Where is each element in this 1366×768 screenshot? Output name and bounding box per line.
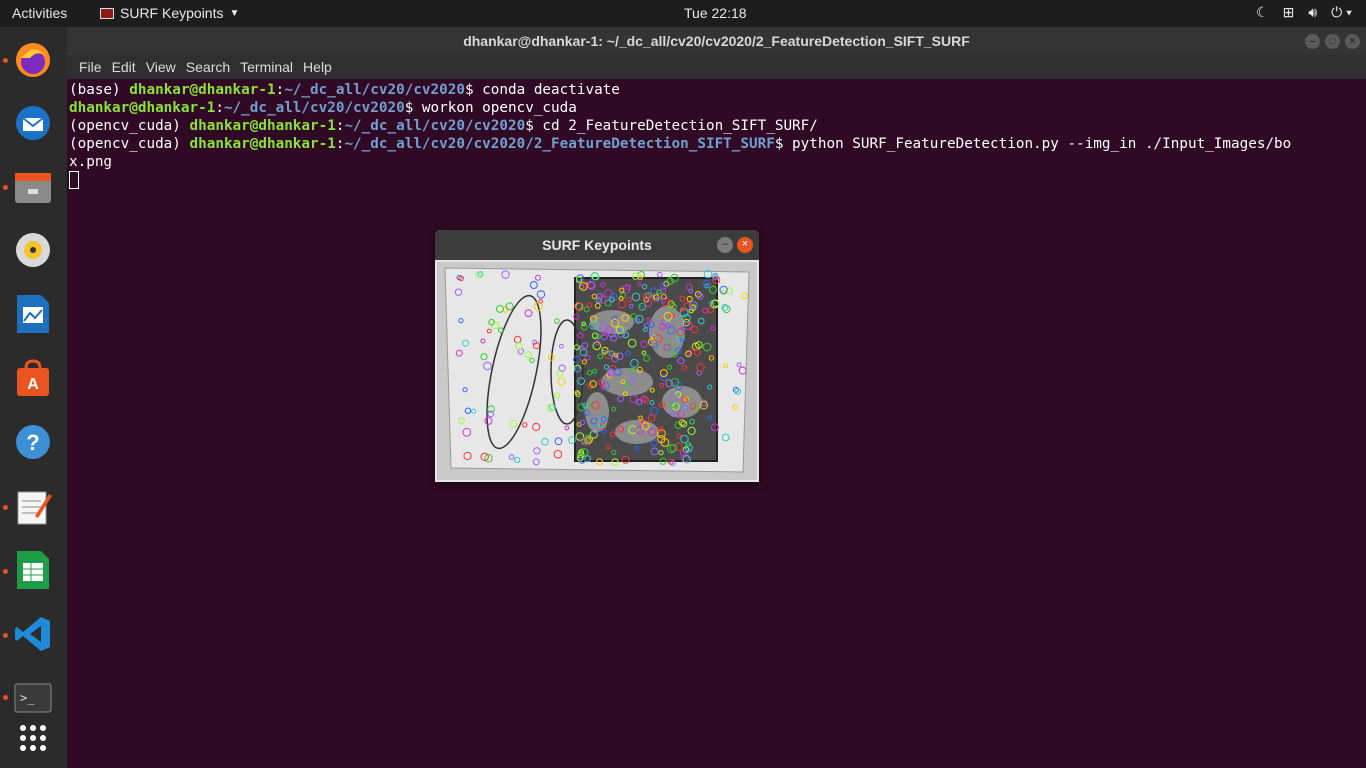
running-indicator	[3, 569, 8, 574]
prompt-path: ~/_dc_all/cv20/cv2020	[284, 82, 465, 98]
prompt-path: ~/_dc_all/cv20/cv2020/2_FeatureDetection…	[344, 136, 775, 152]
running-indicator	[3, 695, 8, 700]
prompt-path: ~/_dc_all/cv20/cv2020	[223, 100, 405, 116]
menu-view[interactable]: View	[141, 55, 181, 79]
system-tray[interactable]: ☾ ⊞ 🔊︎ ⏻ ▾	[1256, 4, 1352, 21]
minimize-icon[interactable]: –	[717, 237, 733, 253]
running-indicator	[3, 633, 8, 638]
app-menu-label: SURF Keypoints	[120, 5, 224, 21]
command-wrap: x.png	[69, 154, 113, 170]
prompt-path: ~/_dc_all/cv20/cv2020	[344, 118, 526, 134]
prompt-user: dhankar@dhankar-1	[189, 136, 336, 152]
terminal-titlebar[interactable]: dhankar@dhankar-1: ~/_dc_all/cv20/cv2020…	[67, 27, 1366, 55]
vscode-icon[interactable]	[10, 611, 56, 657]
terminal-line: x.png	[69, 153, 1366, 171]
power-icon[interactable]: ⏻ ▾	[1331, 4, 1352, 21]
terminal-line: (opencv_cuda) dhankar@dhankar-1:~/_dc_al…	[69, 135, 1366, 153]
env-prefix: (opencv_cuda)	[69, 118, 190, 134]
show-applications-icon[interactable]	[10, 715, 56, 761]
command-text: $ conda deactivate	[464, 82, 620, 98]
prompt-separator: :	[275, 82, 285, 98]
running-indicator	[3, 505, 8, 510]
dock: A ? >_	[0, 27, 67, 768]
keypoints-image-svg	[437, 262, 757, 480]
app-window-icon	[100, 7, 114, 19]
minimize-icon[interactable]: –	[1305, 34, 1320, 49]
files-icon[interactable]	[10, 164, 56, 210]
menu-help[interactable]: Help	[298, 55, 337, 79]
running-indicator	[3, 58, 8, 63]
clock[interactable]: Tue 22:18	[684, 5, 747, 21]
popup-title: SURF Keypoints	[435, 230, 759, 260]
app-menu[interactable]: SURF Keypoints ▼	[100, 5, 239, 21]
terminal-line	[69, 171, 1366, 189]
prompt-user: dhankar@dhankar-1	[189, 118, 336, 134]
night-light-icon[interactable]: ☾	[1256, 4, 1269, 21]
surf-keypoints-window[interactable]: SURF Keypoints – ×	[435, 230, 759, 482]
help-icon[interactable]: ?	[10, 419, 56, 465]
svg-text:A: A	[27, 376, 39, 393]
text-cursor	[69, 171, 79, 189]
menu-terminal[interactable]: Terminal	[235, 55, 298, 79]
menu-file[interactable]: File	[74, 55, 107, 79]
menu-search[interactable]: Search	[181, 55, 235, 79]
terminal-line: (base) dhankar@dhankar-1:~/_dc_all/cv20/…	[69, 81, 1366, 99]
calc-icon[interactable]	[10, 547, 56, 593]
top-bar: Activities SURF Keypoints ▼ Tue 22:18 ☾ …	[0, 0, 1366, 27]
network-icon[interactable]: ⊞	[1283, 4, 1295, 21]
text-editor-icon[interactable]	[10, 483, 56, 529]
terminal-line: dhankar@dhankar-1:~/_dc_all/cv20/cv2020$…	[69, 99, 1366, 117]
svg-text:?: ?	[26, 430, 39, 455]
env-prefix: (base)	[69, 82, 130, 98]
prompt-user: dhankar@dhankar-1	[129, 82, 276, 98]
volume-icon[interactable]: 🔊︎	[1308, 4, 1317, 21]
command-text: $ workon opencv_cuda	[404, 100, 577, 116]
prompt-user: dhankar@dhankar-1	[69, 100, 216, 116]
writer-icon[interactable]	[10, 291, 56, 337]
env-prefix: (opencv_cuda)	[69, 136, 190, 152]
prompt-separator: :	[215, 100, 224, 116]
thunderbird-icon[interactable]	[10, 100, 56, 146]
terminal-line: (opencv_cuda) dhankar@dhankar-1:~/_dc_al…	[69, 117, 1366, 135]
command-text: $ cd 2_FeatureDetection_SIFT_SURF/	[525, 118, 818, 134]
close-icon[interactable]: ×	[1345, 34, 1360, 49]
ubuntu-software-icon[interactable]: A	[10, 355, 56, 401]
firefox-icon[interactable]	[10, 37, 56, 83]
terminal-menubar: File Edit View Search Terminal Help	[67, 55, 1366, 79]
window-title: dhankar@dhankar-1: ~/_dc_all/cv20/cv2020…	[463, 33, 970, 49]
chevron-down-icon: ▼	[229, 7, 240, 19]
menu-edit[interactable]: Edit	[107, 55, 141, 79]
running-indicator	[3, 185, 8, 190]
rhythmbox-icon[interactable]	[10, 227, 56, 273]
close-icon[interactable]: ×	[737, 237, 753, 253]
svg-text:>_: >_	[20, 691, 35, 705]
activities-button[interactable]: Activities	[12, 5, 67, 21]
maximize-icon[interactable]: □	[1325, 34, 1340, 49]
command-text: $ python SURF_FeatureDetection.py --img_…	[774, 136, 1292, 152]
keypoints-image	[437, 262, 757, 480]
